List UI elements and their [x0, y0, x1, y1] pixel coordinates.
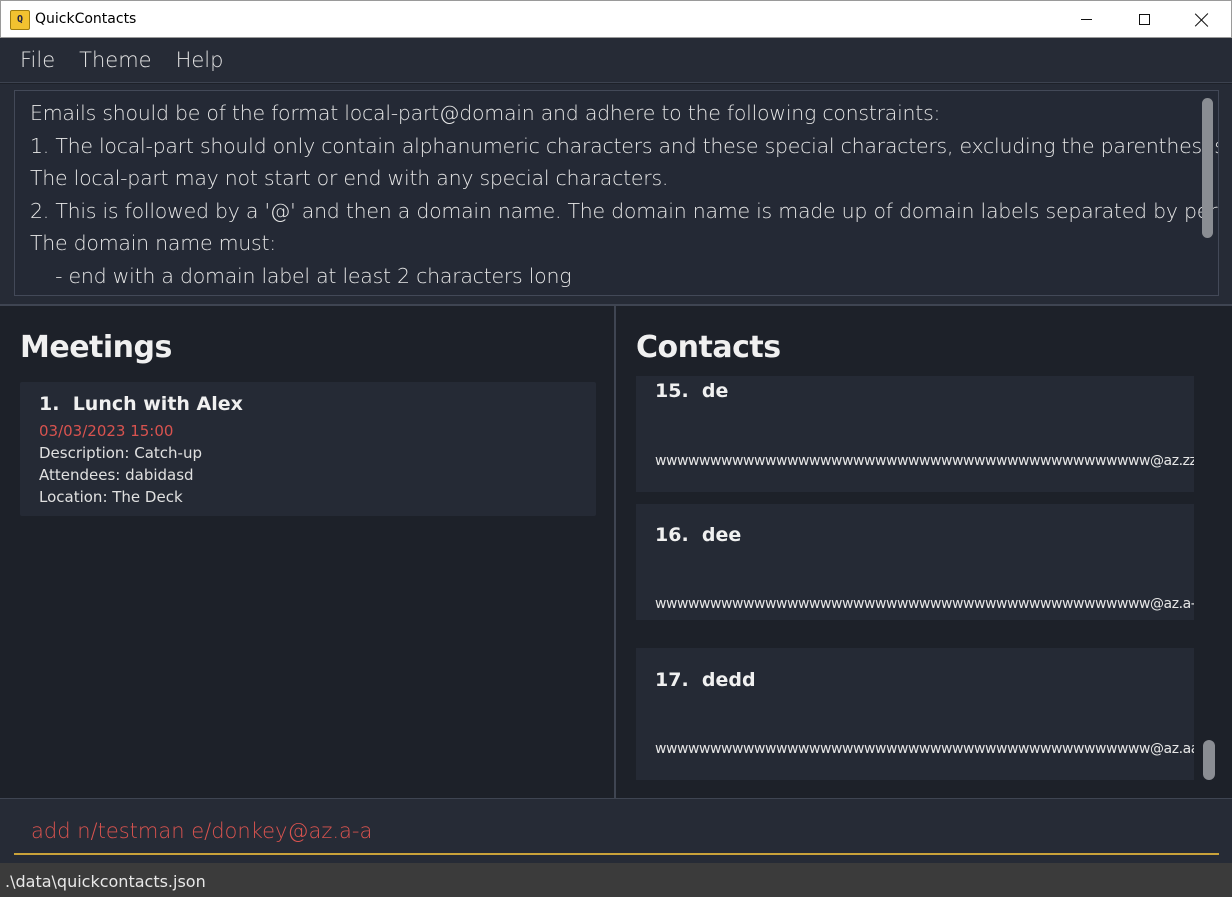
menu-help[interactable]: Help [164, 48, 236, 72]
contact-index: 15. [655, 380, 689, 402]
contact-name: dee [701, 524, 742, 546]
meetings-panel: Meetings 1. Lunch with Alex 03/03/2023 1… [0, 306, 616, 798]
contacts-title: Contacts [636, 330, 781, 365]
status-bar: .\data\quickcontacts.json [0, 863, 1232, 897]
meeting-card[interactable]: 1. Lunch with Alex 03/03/2023 15:00 Desc… [20, 382, 596, 516]
contact-heading: 16. dee [655, 524, 741, 546]
meeting-description: Description: Catch-up [39, 444, 202, 462]
close-icon [1195, 13, 1209, 27]
contact-index: 16. [655, 524, 689, 546]
contacts-panel: Contacts 15. de wwwwwwwwwwwwwwwwwwwwwwww… [617, 306, 1232, 798]
maximize-button[interactable] [1115, 1, 1173, 38]
result-display-panel: Emails should be of the format local-par… [0, 84, 1232, 304]
result-line: 2. This is followed by a '@' and then a … [30, 199, 1219, 223]
result-display[interactable]: Emails should be of the format local-par… [14, 90, 1219, 296]
result-line: 1. The local-part should only contain al… [30, 134, 1219, 158]
contact-card[interactable]: 15. de wwwwwwwwwwwwwwwwwwwwwwwwwwwwwwwww… [636, 376, 1194, 492]
meetings-title: Meetings [20, 330, 172, 365]
contact-email: wwwwwwwwwwwwwwwwwwwwwwwwwwwwwwwwwwwwwwww… [655, 741, 1194, 757]
menu-bar: File Theme Help [0, 38, 1232, 83]
meeting-name: Lunch with Alex [72, 393, 243, 415]
contact-email: wwwwwwwwwwwwwwwwwwwwwwwwwwwwwwwwwwwwwwww… [655, 596, 1194, 612]
contact-card[interactable]: 17. dedd wwwwwwwwwwwwwwwwwwwwwwwwwwwwwww… [636, 648, 1194, 780]
result-line: The local-part may not start or end with… [30, 166, 669, 190]
command-input[interactable] [14, 809, 1219, 855]
command-box-panel [0, 798, 1232, 863]
contact-heading: 15. de [655, 380, 728, 402]
menu-file[interactable]: File [8, 48, 67, 72]
meeting-heading: 1. Lunch with Alex [39, 393, 243, 415]
contact-card[interactable]: 16. dee wwwwwwwwwwwwwwwwwwwwwwwwwwwwwwww… [636, 504, 1194, 620]
contacts-list[interactable]: 15. de wwwwwwwwwwwwwwwwwwwwwwwwwwwwwwwww… [636, 376, 1194, 798]
contact-index: 17. [655, 669, 689, 691]
meeting-index: 1. [39, 393, 60, 415]
app-logo-icon: Q [10, 10, 30, 30]
menu-theme[interactable]: Theme [67, 48, 163, 72]
result-line: The domain name must: [30, 231, 276, 255]
meeting-location: Location: The Deck [39, 488, 183, 506]
main-panels: Meetings 1. Lunch with Alex 03/03/2023 1… [0, 304, 1232, 798]
meeting-datetime: 03/03/2023 15:00 [39, 422, 174, 440]
window-title: QuickContacts [35, 11, 137, 27]
close-button[interactable] [1173, 1, 1231, 38]
contacts-scrollbar-thumb[interactable] [1203, 740, 1215, 780]
meeting-attendees: Attendees: dabidasd [39, 466, 194, 484]
contact-name: dedd [701, 669, 756, 691]
result-line: Emails should be of the format local-par… [30, 101, 941, 125]
minimize-icon [1080, 19, 1092, 20]
contact-heading: 17. dedd [655, 669, 756, 691]
result-scrollbar-thumb[interactable] [1202, 98, 1213, 238]
minimize-button[interactable] [1057, 1, 1115, 38]
contact-email: wwwwwwwwwwwwwwwwwwwwwwwwwwwwwwwwwwwwwwww… [655, 453, 1194, 469]
title-bar: Q QuickContacts [0, 0, 1232, 38]
contact-name: de [701, 380, 729, 402]
storage-path: .\data\quickcontacts.json [5, 872, 206, 891]
result-line: - end with a domain label at least 2 cha… [30, 264, 572, 288]
maximize-icon [1138, 14, 1150, 25]
